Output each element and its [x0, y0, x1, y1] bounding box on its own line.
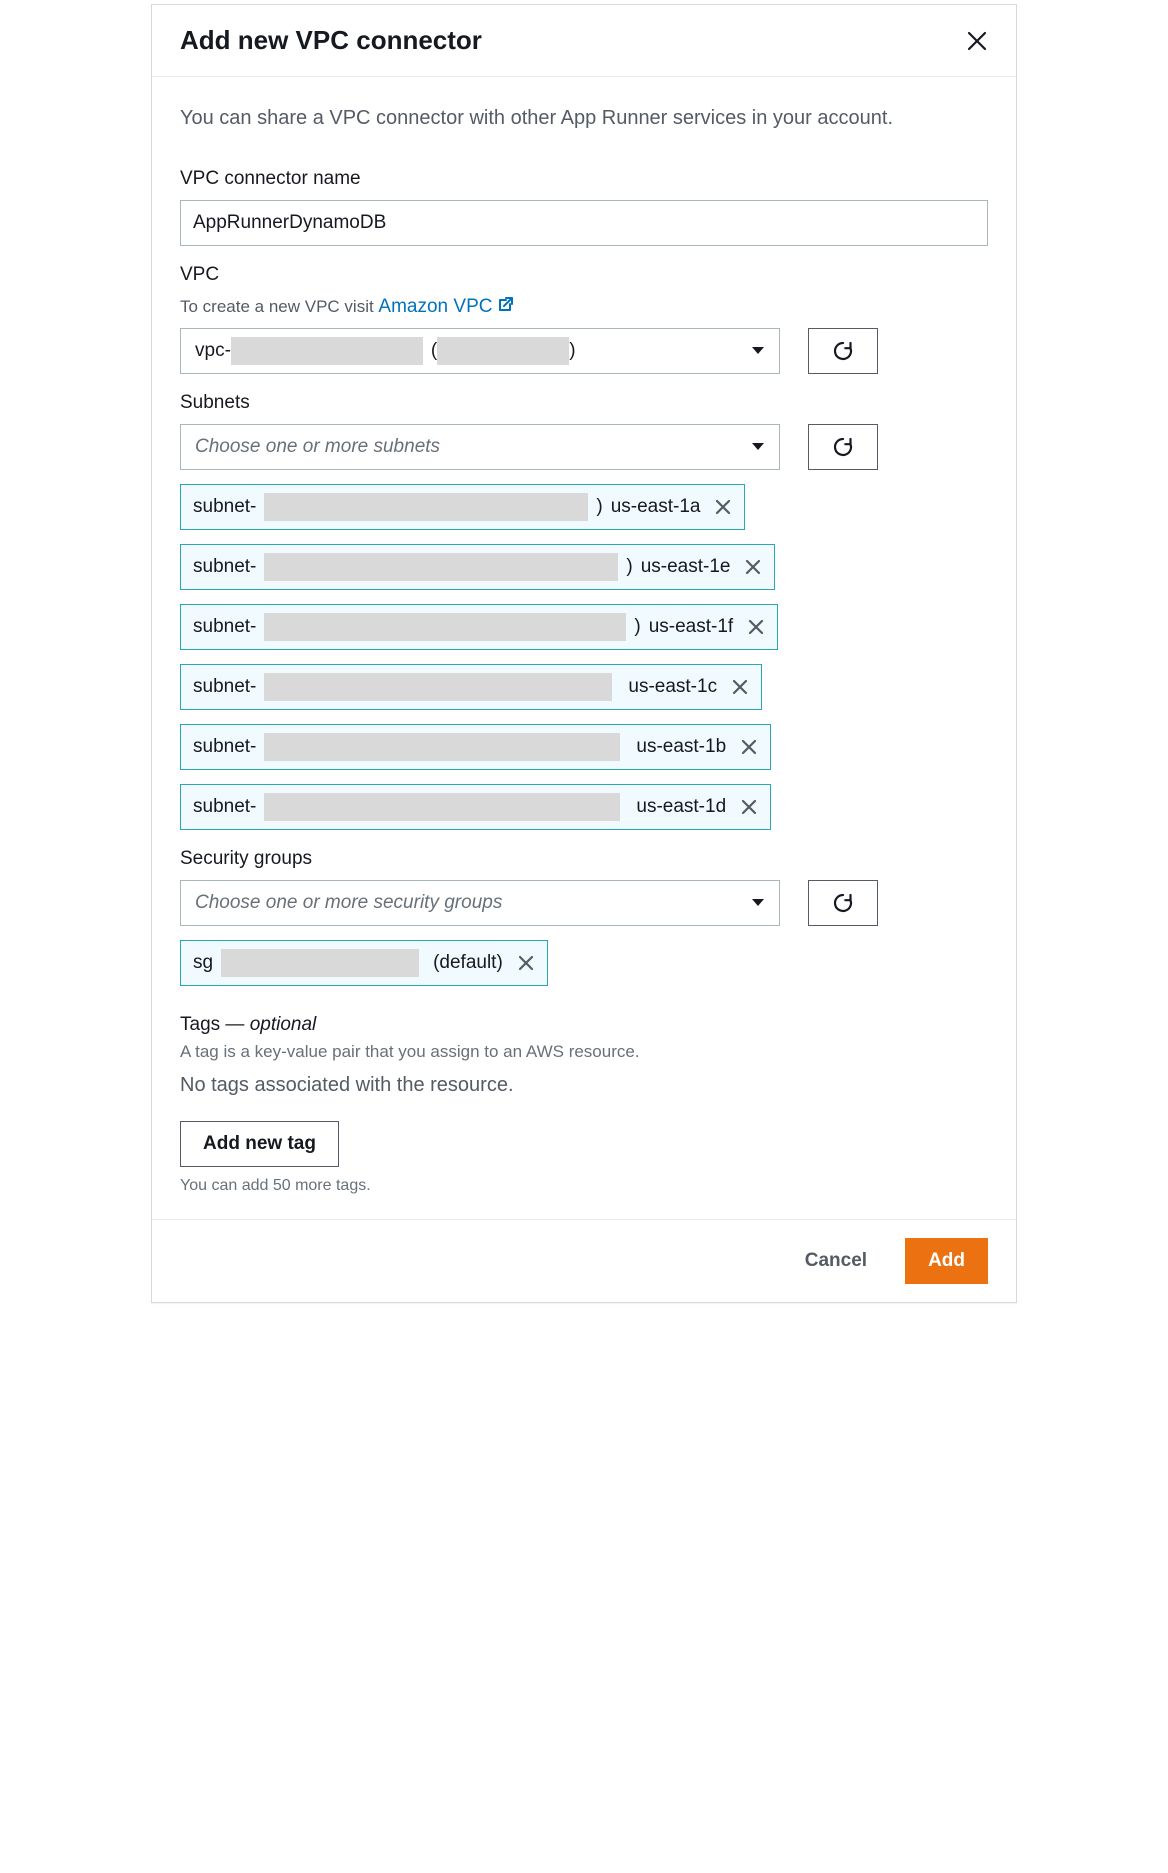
- modal-footer: Cancel Add: [152, 1219, 1016, 1302]
- security-group-token: sg (default): [180, 940, 548, 986]
- subnet-az: us-east-1d: [636, 796, 726, 818]
- subnet-mid: ): [626, 556, 632, 578]
- vpc-hint-text: To create a new VPC visit: [180, 297, 378, 316]
- subnet-token: subnet-) us-east-1e: [180, 544, 775, 590]
- cancel-button[interactable]: Cancel: [783, 1238, 889, 1284]
- sg-suffix: (default): [433, 952, 503, 974]
- subnet-az: us-east-1f: [649, 616, 733, 638]
- subnets-refresh-button[interactable]: [808, 424, 878, 470]
- subnet-token: subnet-us-east-1b: [180, 724, 771, 770]
- redacted-subnet-id: [264, 493, 588, 521]
- connector-name-group: VPC connector name: [180, 168, 988, 246]
- tags-limit-hint: You can add 50 more tags.: [180, 1177, 988, 1195]
- chevron-down-icon: [751, 346, 765, 356]
- amazon-vpc-link[interactable]: Amazon VPC: [378, 296, 514, 317]
- tags-description: A tag is a key-value pair that you assig…: [180, 1042, 988, 1062]
- vpc-select[interactable]: vpc- ( ): [180, 328, 780, 374]
- sg-prefix: sg: [193, 952, 213, 974]
- remove-token-button[interactable]: [731, 678, 749, 696]
- remove-token-button[interactable]: [747, 618, 765, 636]
- modal-description: You can share a VPC connector with other…: [180, 77, 988, 150]
- remove-token-button[interactable]: [714, 498, 732, 516]
- subnet-tokens: subnet-) us-east-1asubnet-) us-east-1esu…: [180, 484, 988, 830]
- redacted-vpc-id: [231, 337, 423, 365]
- subnet-prefix: subnet-: [193, 496, 256, 518]
- vpc-hint: To create a new VPC visit Amazon VPC: [180, 296, 988, 320]
- vpc-label: VPC: [180, 264, 988, 286]
- security-groups-label: Security groups: [180, 848, 988, 870]
- security-groups-select[interactable]: Choose one or more security groups: [180, 880, 780, 926]
- external-link-icon: [496, 298, 514, 319]
- vpc-selected-prefix: vpc-: [195, 340, 231, 362]
- remove-token-button[interactable]: [740, 798, 758, 816]
- security-group-tokens: sg (default): [180, 940, 988, 986]
- vpc-selected-close: ): [569, 340, 575, 362]
- redacted-subnet-id: [264, 613, 626, 641]
- subnet-mid: ): [596, 496, 602, 518]
- subnet-prefix: subnet-: [193, 736, 256, 758]
- subnet-az: us-east-1e: [641, 556, 731, 578]
- add-button[interactable]: Add: [905, 1238, 988, 1284]
- subnet-mid: ): [634, 616, 640, 638]
- subnet-token: subnet-) us-east-1f: [180, 604, 778, 650]
- security-groups-refresh-button[interactable]: [808, 880, 878, 926]
- security-groups-placeholder: Choose one or more security groups: [195, 892, 502, 914]
- add-new-tag-button[interactable]: Add new tag: [180, 1121, 339, 1167]
- tags-heading: Tags — optional: [180, 1014, 988, 1036]
- chevron-down-icon: [751, 898, 765, 908]
- subnet-az: us-east-1a: [611, 496, 701, 518]
- security-groups-group: Security groups Choose one or more secur…: [180, 848, 988, 986]
- subnet-token: subnet-us-east-1c: [180, 664, 762, 710]
- connector-name-label: VPC connector name: [180, 168, 988, 190]
- redacted-sg-id: [221, 949, 419, 977]
- subnet-token: subnet-us-east-1d: [180, 784, 771, 830]
- redacted-subnet-id: [264, 553, 618, 581]
- subnet-token: subnet-) us-east-1a: [180, 484, 745, 530]
- refresh-icon: [832, 436, 854, 458]
- modal-body: You can share a VPC connector with other…: [152, 76, 1016, 1219]
- subnets-placeholder: Choose one or more subnets: [195, 436, 440, 458]
- subnet-prefix: subnet-: [193, 796, 256, 818]
- subnet-prefix: subnet-: [193, 556, 256, 578]
- remove-token-button[interactable]: [740, 738, 758, 756]
- subnets-group: Subnets Choose one or more subnets subne…: [180, 392, 988, 830]
- remove-token-button[interactable]: [517, 954, 535, 972]
- connector-name-input[interactable]: [180, 200, 988, 246]
- modal-header: Add new VPC connector: [152, 5, 1016, 76]
- subnet-az: us-east-1b: [636, 736, 726, 758]
- redacted-subnet-id: [264, 793, 620, 821]
- refresh-icon: [832, 892, 854, 914]
- vpc-refresh-button[interactable]: [808, 328, 878, 374]
- redacted-vpc-name: [437, 337, 569, 365]
- tags-empty-text: No tags associated with the resource.: [180, 1074, 988, 1097]
- subnet-az: us-east-1c: [628, 676, 717, 698]
- subnets-label: Subnets: [180, 392, 988, 414]
- add-vpc-connector-modal: Add new VPC connector You can share a VP…: [151, 4, 1017, 1303]
- subnet-prefix: subnet-: [193, 676, 256, 698]
- chevron-down-icon: [751, 442, 765, 452]
- refresh-icon: [832, 340, 854, 362]
- redacted-subnet-id: [264, 733, 620, 761]
- redacted-subnet-id: [264, 673, 612, 701]
- subnet-prefix: subnet-: [193, 616, 256, 638]
- modal-title: Add new VPC connector: [180, 25, 482, 56]
- subnets-select[interactable]: Choose one or more subnets: [180, 424, 780, 470]
- vpc-group: VPC To create a new VPC visit Amazon VPC…: [180, 264, 988, 374]
- remove-token-button[interactable]: [744, 558, 762, 576]
- close-icon[interactable]: [966, 30, 988, 52]
